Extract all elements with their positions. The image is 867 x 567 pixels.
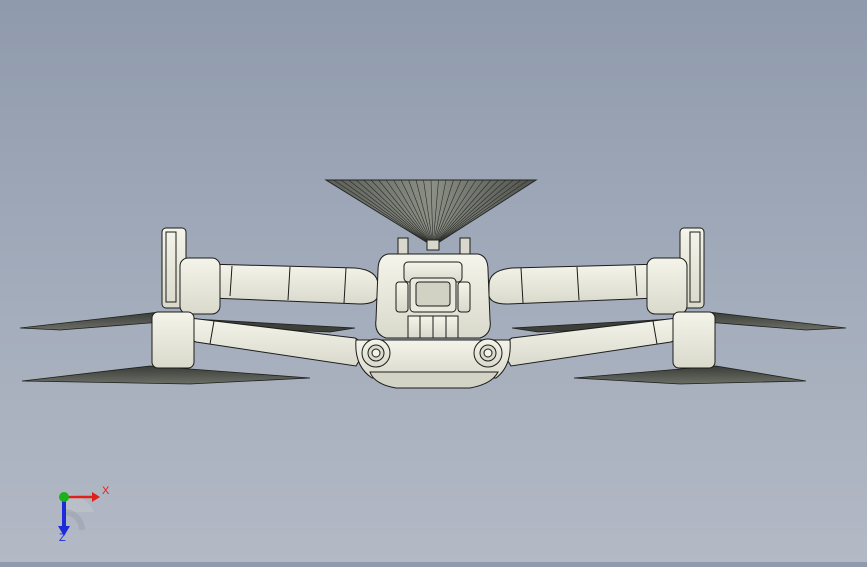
camera-lens xyxy=(415,281,451,307)
y-axis-dot xyxy=(59,492,69,502)
cad-graphics-viewport[interactable] xyxy=(0,0,867,562)
propeller-upper-left xyxy=(19,311,163,331)
x-axis-label: X xyxy=(102,485,110,497)
central-body[interactable] xyxy=(355,237,511,389)
propeller-lower-left xyxy=(21,365,311,385)
propeller-upper-right xyxy=(705,311,847,331)
antenna-cone[interactable] xyxy=(324,179,538,251)
propeller-lower-right xyxy=(573,365,807,385)
orientation-triad: X Z xyxy=(44,482,114,546)
z-axis-label: Z xyxy=(59,532,66,544)
drone-model[interactable] xyxy=(0,0,867,562)
